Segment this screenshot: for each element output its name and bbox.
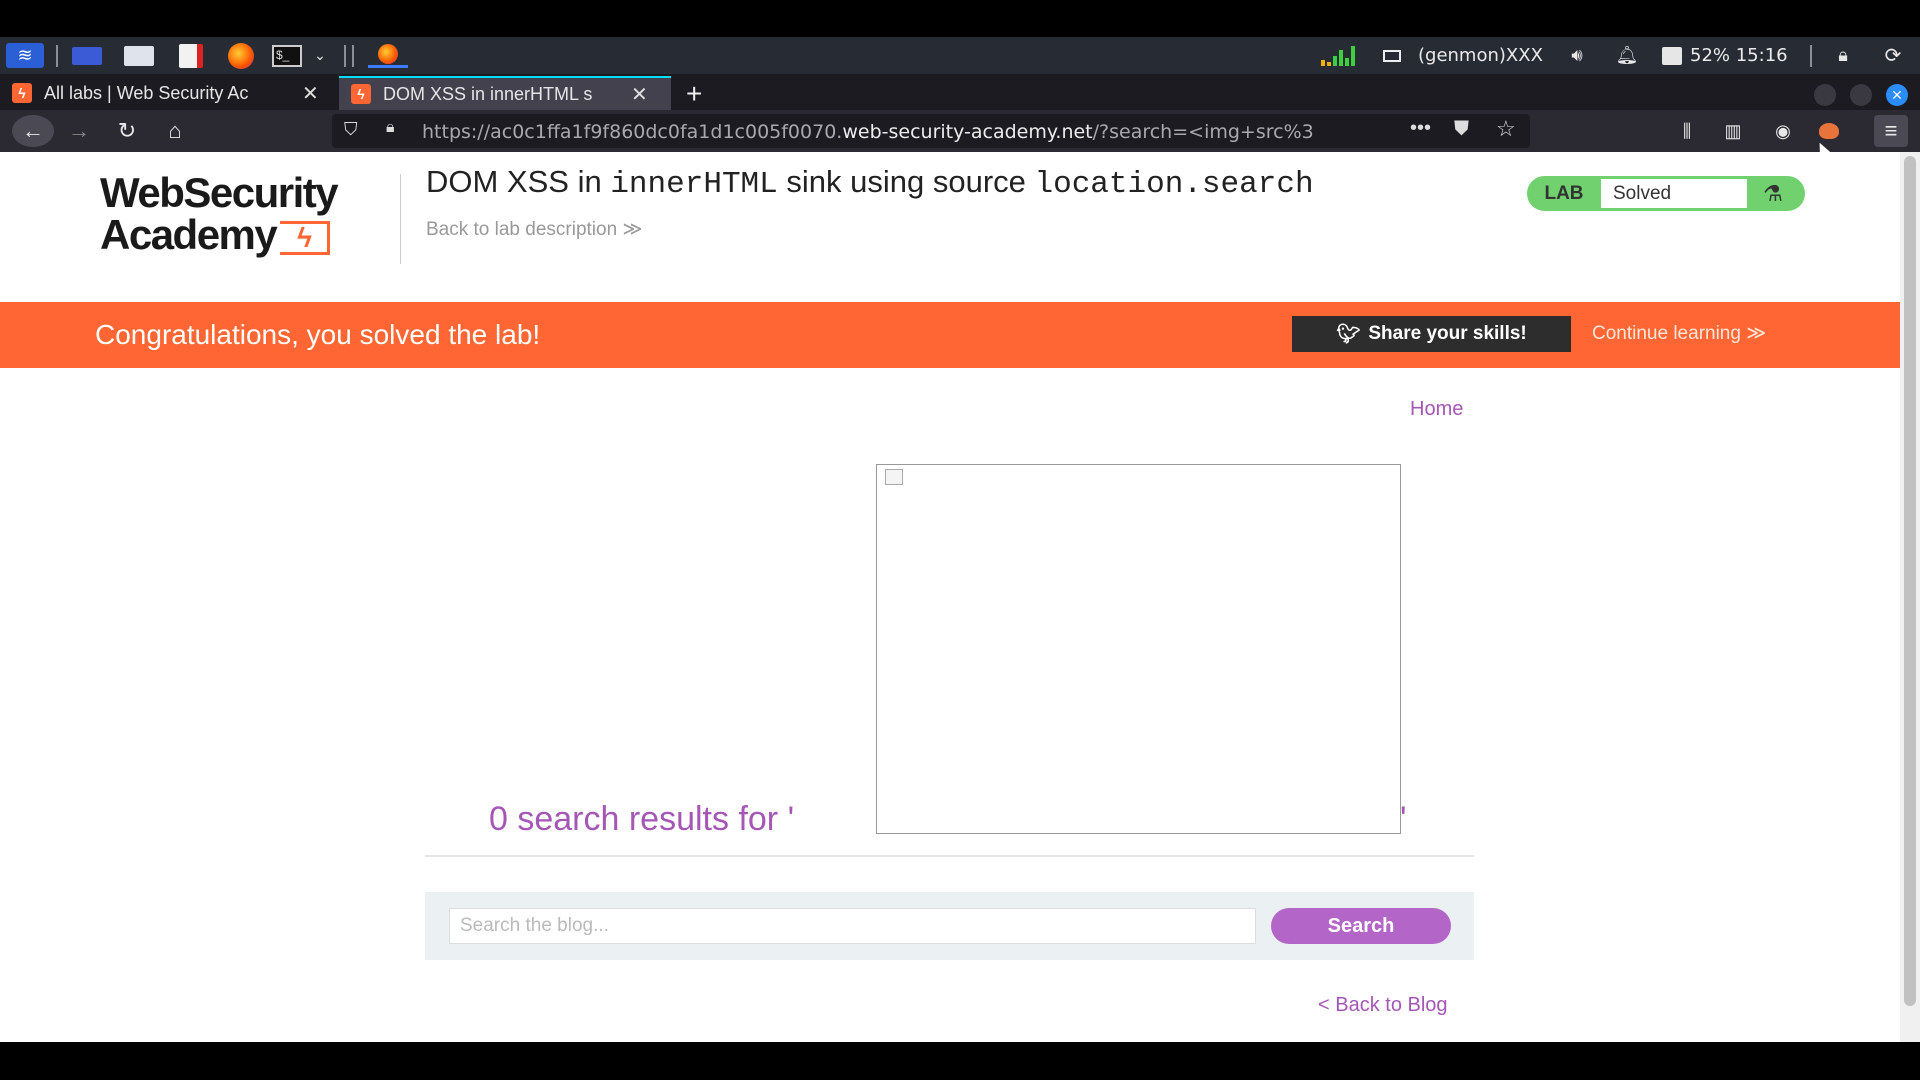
twitter-icon: 🐦︎ bbox=[1336, 324, 1361, 345]
minimize-window-button[interactable] bbox=[1814, 84, 1836, 106]
cpu-graph-icon bbox=[1316, 43, 1360, 68]
extension-icon[interactable]: ◉ bbox=[1766, 115, 1800, 147]
search-results-heading: 0 search results for ' bbox=[489, 800, 795, 838]
app-menu-icon[interactable]: ≋ bbox=[6, 43, 44, 68]
logo-text-line1: WebSecurity bbox=[100, 169, 339, 216]
tab-all-labs[interactable]: ϟ All labs | Web Security Ac ✕ bbox=[0, 76, 336, 110]
search-form: Search bbox=[425, 892, 1474, 960]
bookmark-star-icon[interactable]: ☆ bbox=[1496, 116, 1516, 142]
file-manager-icon[interactable] bbox=[122, 43, 156, 68]
display-icon[interactable] bbox=[1380, 43, 1404, 68]
text-editor-icon[interactable] bbox=[174, 43, 208, 68]
lock-icon[interactable]: 🔒︎ bbox=[386, 119, 395, 137]
congratulations-message: Congratulations, you solved the lab! bbox=[95, 319, 541, 350]
url-domain: web-security-academy.net bbox=[842, 121, 1093, 143]
search-input[interactable] bbox=[449, 908, 1256, 944]
solved-banner: Congratulations, you solved the lab! 🐦︎ S… bbox=[0, 302, 1900, 368]
portswigger-favicon-icon: ϟ bbox=[12, 83, 32, 103]
results-divider bbox=[425, 855, 1474, 857]
lab-status-text: Solved bbox=[1601, 179, 1747, 208]
home-icon[interactable]: ⌂ bbox=[158, 115, 192, 147]
genmon-status: (genmon)XXX bbox=[1418, 45, 1543, 66]
taskbar-separator bbox=[344, 45, 346, 67]
lab-title: DOM XSS in innerHTML sink using source l… bbox=[426, 164, 1314, 202]
terminal-icon[interactable]: $_ bbox=[270, 43, 304, 68]
tab-dom-xss[interactable]: ϟ DOM XSS in innerHTML s ✕ bbox=[339, 76, 671, 110]
tracking-shield-icon[interactable]: ⛉ bbox=[344, 119, 358, 140]
share-skills-button[interactable]: 🐦︎ Share your skills! bbox=[1292, 316, 1571, 352]
lab-title-middle: sink using source bbox=[777, 164, 1035, 199]
maximize-window-button[interactable] bbox=[1850, 84, 1872, 106]
scrollbar-thumb[interactable] bbox=[1904, 156, 1916, 1006]
chevron-down-icon[interactable]: ⌄ bbox=[308, 43, 332, 68]
lab-title-code-location-search: location.search bbox=[1034, 167, 1314, 202]
web-security-academy-logo[interactable]: WebSecurity Academy ϟ bbox=[100, 172, 400, 256]
search-button[interactable]: Search bbox=[1271, 908, 1451, 944]
taskbar: ≋ $_ ⌄ (genmon)XXX 🔊︎ 🔔︎ 52% 15:16 � bbox=[0, 37, 1920, 74]
screen: ≋ $_ ⌄ (genmon)XXX 🔊︎ 🔔︎ 52% 15:16 � bbox=[0, 0, 1920, 1080]
header-divider bbox=[400, 174, 401, 264]
browser-tab-bar: ϟ All labs | Web Security Ac ✕ ϟ DOM XSS… bbox=[0, 74, 1920, 110]
taskbar-separator bbox=[352, 45, 354, 67]
lock-icon[interactable]: 🔒︎ bbox=[1830, 43, 1856, 68]
reload-icon[interactable]: ↻ bbox=[110, 115, 144, 147]
volume-icon[interactable]: 🔊︎ bbox=[1564, 43, 1590, 68]
pocket-icon[interactable]: ⛊ bbox=[1454, 118, 1469, 141]
page-scrollbar[interactable] bbox=[1900, 152, 1920, 1042]
logo-bolt-icon: ϟ bbox=[280, 220, 331, 255]
lab-title-prefix: DOM XSS in bbox=[426, 164, 611, 199]
broken-image-icon bbox=[885, 469, 903, 485]
logout-icon[interactable]: ⟳ bbox=[1880, 43, 1906, 68]
url-suffix: /?search=<img+src%3 bbox=[1092, 121, 1314, 143]
home-link[interactable]: Home bbox=[1410, 398, 1463, 421]
taskbar-separator bbox=[1810, 45, 1812, 67]
logo-text-line2: Academy bbox=[100, 211, 278, 258]
close-window-button[interactable]: ✕ bbox=[1886, 84, 1908, 106]
back-to-lab-description-link[interactable]: Back to lab description ≫ bbox=[426, 218, 642, 241]
flask-icon: ⚗ bbox=[1763, 180, 1783, 206]
new-tab-plus-icon[interactable]: + bbox=[686, 78, 702, 110]
close-icon[interactable]: ✕ bbox=[302, 81, 319, 106]
back-to-blog-link[interactable]: < Back to Blog bbox=[1318, 994, 1448, 1017]
url-bar[interactable]: ⛉ 🔒︎ https://ac0c1ffa1f9f860dc0fa1d1c005… bbox=[332, 114, 1530, 148]
sidebar-icon[interactable]: ▥ bbox=[1716, 115, 1750, 147]
tab-title: All labs | Web Security Ac bbox=[44, 82, 249, 103]
page-actions-icon[interactable]: ••• bbox=[1410, 117, 1431, 140]
firefox-icon[interactable] bbox=[224, 42, 258, 69]
share-skills-label: Share your skills! bbox=[1368, 323, 1527, 344]
battery-icon[interactable] bbox=[1660, 43, 1684, 68]
library-icon[interactable]: ⫼ bbox=[1670, 115, 1704, 147]
portswigger-favicon-icon: ϟ bbox=[351, 84, 371, 104]
lab-label: LAB bbox=[1544, 182, 1584, 204]
injected-broken-image bbox=[876, 464, 1401, 834]
battery-clock[interactable]: 52% 15:16 bbox=[1690, 45, 1788, 66]
hamburger-menu-icon[interactable]: ≡ bbox=[1874, 115, 1908, 147]
lab-status-badge: LAB Solved ⚗ bbox=[1527, 176, 1805, 211]
continue-learning-link[interactable]: Continue learning ≫ bbox=[1592, 322, 1766, 345]
firefox-window-button[interactable] bbox=[368, 43, 408, 68]
url-text[interactable]: https://ac0c1ffa1f9f860dc0fa1d1c005f0070… bbox=[422, 121, 1392, 143]
search-results-close-quote: ' bbox=[1400, 800, 1407, 838]
lab-title-code-innerhtml: innerHTML bbox=[610, 167, 778, 202]
show-desktop-icon[interactable] bbox=[70, 43, 104, 68]
back-arrow-icon[interactable]: ← bbox=[12, 115, 54, 147]
url-prefix: https://ac0c1ffa1f9f860dc0fa1d1c005f0070… bbox=[422, 121, 843, 143]
forward-arrow-icon[interactable]: → bbox=[62, 115, 96, 147]
close-icon[interactable]: ✕ bbox=[631, 82, 648, 107]
foxyproxy-icon[interactable] bbox=[1812, 115, 1846, 147]
tab-title: DOM XSS in innerHTML s bbox=[383, 83, 593, 104]
notification-bell-icon[interactable]: 🔔︎ bbox=[1614, 43, 1640, 68]
web-page: WebSecurity Academy ϟ DOM XSS in innerHTM… bbox=[0, 152, 1900, 1042]
taskbar-separator bbox=[56, 45, 58, 67]
browser-navigation-bar: ← → ↻ ⌂ ⛉ 🔒︎ https://ac0c1ffa1f9f860dc0f… bbox=[0, 110, 1920, 152]
